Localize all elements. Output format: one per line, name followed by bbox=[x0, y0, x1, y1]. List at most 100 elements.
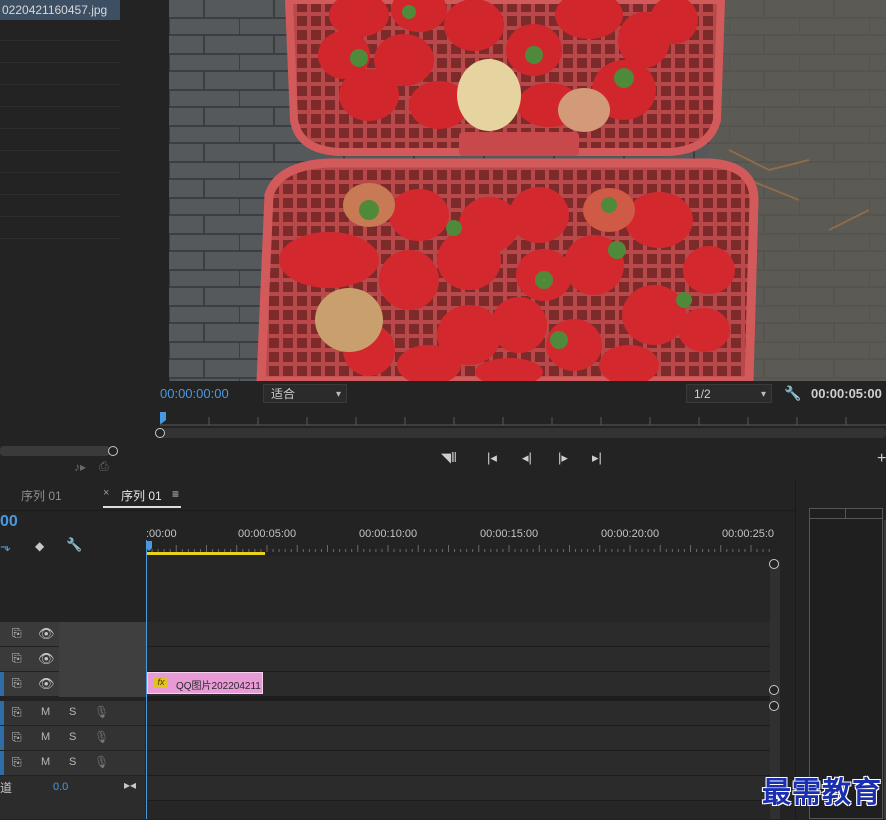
microphone-icon[interactable]: 🎙 bbox=[94, 755, 109, 769]
solo-button[interactable]: S bbox=[69, 706, 76, 718]
track-header-a2[interactable]: ⎘ M S 🎙 bbox=[0, 726, 145, 751]
list-row-divider bbox=[0, 62, 120, 63]
track-header-v1[interactable]: ⎘ 👁 bbox=[0, 672, 59, 697]
go-to-out-icon[interactable]: ▸| bbox=[592, 450, 602, 466]
solo-button[interactable]: S bbox=[69, 731, 76, 743]
scroll-handle-bottom[interactable] bbox=[769, 685, 779, 695]
track-target-indicator[interactable] bbox=[0, 726, 4, 750]
audio-scroll-handle[interactable] bbox=[769, 701, 779, 711]
chevron-down-icon: ▾ bbox=[335, 389, 341, 400]
fx-badge-icon[interactable]: fx bbox=[154, 677, 168, 688]
step-forward-icon[interactable]: |▸ bbox=[558, 450, 568, 466]
zoom-fit-select[interactable]: 适合 ▾ bbox=[263, 384, 347, 403]
list-row-divider bbox=[0, 106, 120, 107]
list-row-divider bbox=[0, 238, 120, 239]
list-row-divider bbox=[0, 128, 120, 129]
settings-wrench-icon[interactable]: 🔧 bbox=[784, 385, 801, 402]
monitor-current-timecode[interactable]: 00:00:00:00 bbox=[160, 386, 229, 401]
track-target-indicator[interactable] bbox=[0, 751, 4, 775]
master-volume-value[interactable]: 0.0 bbox=[53, 781, 68, 793]
track-target-indicator[interactable] bbox=[0, 701, 4, 725]
list-row-divider bbox=[0, 216, 120, 217]
track-row-v2[interactable] bbox=[146, 647, 770, 672]
add-marker-icon[interactable]: ◥⦀ bbox=[441, 450, 457, 466]
video-track-header-area bbox=[59, 622, 146, 697]
solo-button[interactable]: S bbox=[69, 756, 76, 768]
timeline-timecode[interactable]: 00 bbox=[0, 513, 18, 531]
timeline-settings-wrench-icon[interactable]: 🔧 bbox=[66, 537, 82, 553]
track-header-a3[interactable]: ⎘ M S 🎙 bbox=[0, 751, 145, 776]
track-row-a3[interactable] bbox=[146, 751, 770, 776]
strawberries-image bbox=[169, 0, 886, 381]
step-back-icon[interactable]: ◂| bbox=[522, 450, 532, 466]
track-header-v2[interactable]: ⎘ 👁 bbox=[0, 647, 59, 672]
track-header-v3[interactable]: ⎘ 👁 bbox=[0, 622, 59, 647]
ruler-label: 00:00:20:00 bbox=[601, 528, 660, 540]
eye-icon[interactable]: 👁 bbox=[38, 676, 55, 692]
list-row-divider bbox=[0, 194, 120, 195]
ruler-label: 00:00:05:00 bbox=[238, 528, 297, 540]
sync-lock-icon[interactable]: ⎘ bbox=[12, 705, 22, 720]
ruler-label: 00:00:10:00 bbox=[359, 528, 418, 540]
sync-lock-icon[interactable]: ⎘ bbox=[12, 651, 22, 666]
playback-resolution-select[interactable]: 1/2 ▾ bbox=[686, 384, 772, 403]
scroll-handle-top[interactable] bbox=[769, 559, 779, 569]
sync-lock-icon[interactable]: ⎘ bbox=[12, 730, 22, 745]
tab-sequence-01-active[interactable]: 序列 01 bbox=[121, 487, 162, 504]
monitor-zoom-handle[interactable] bbox=[155, 428, 165, 438]
eye-icon[interactable]: 👁 bbox=[38, 626, 55, 642]
track-row-master[interactable] bbox=[146, 776, 770, 801]
playhead-line[interactable] bbox=[146, 540, 147, 819]
snap-icon[interactable]: ⬎ bbox=[0, 539, 11, 555]
list-row-divider bbox=[0, 84, 120, 85]
sync-lock-icon[interactable]: ⎘ bbox=[12, 676, 22, 691]
track-header-a1[interactable]: ⎘ M S 🎙 bbox=[0, 701, 145, 726]
microphone-icon[interactable]: 🎙 bbox=[94, 705, 109, 719]
ruler-label: 00:00:25:0 bbox=[722, 528, 774, 540]
chevron-down-icon: ▾ bbox=[760, 389, 766, 400]
microphone-icon[interactable]: 🎙 bbox=[94, 730, 109, 744]
ruler-label: 00:00:15:00 bbox=[480, 528, 539, 540]
project-zoom-slider[interactable] bbox=[0, 446, 110, 456]
monitor-playhead[interactable] bbox=[160, 412, 166, 424]
project-panel bbox=[0, 0, 138, 478]
program-monitor-preview bbox=[169, 0, 886, 381]
sync-lock-icon[interactable]: ⎘ bbox=[12, 626, 22, 641]
add-button-icon[interactable]: + bbox=[877, 450, 886, 468]
work-area-bar[interactable] bbox=[146, 552, 265, 555]
playback-resolution-value: 1/2 bbox=[694, 387, 711, 401]
track-row-v3[interactable] bbox=[146, 622, 770, 647]
project-file-item[interactable]: 0220421160457.jpg bbox=[0, 0, 120, 20]
mute-button[interactable]: M bbox=[41, 756, 50, 768]
sync-lock-icon[interactable]: ⎘ bbox=[12, 755, 22, 770]
timeline-clip[interactable]: fx QQ图片202204211 bbox=[147, 672, 263, 694]
active-tab-indicator bbox=[103, 506, 181, 508]
monitor-time-ruler[interactable] bbox=[160, 412, 886, 426]
go-to-in-icon[interactable]: |◂ bbox=[487, 450, 497, 466]
track-row-a1[interactable] bbox=[146, 701, 770, 726]
go-to-end-icon[interactable]: ▸◂ bbox=[124, 778, 136, 792]
list-row-divider bbox=[0, 150, 120, 151]
mute-button[interactable]: M bbox=[41, 731, 50, 743]
master-track-label: 道 bbox=[0, 781, 13, 795]
project-zoom-handle[interactable] bbox=[108, 446, 118, 456]
monitor-zoom-scrollbar[interactable] bbox=[155, 428, 886, 438]
eye-icon[interactable]: 👁 bbox=[38, 651, 55, 667]
clip-name: QQ图片202204211 bbox=[176, 681, 261, 692]
add-marker-icon[interactable]: ◆ bbox=[35, 539, 44, 553]
ruler-label: :00:00 bbox=[146, 528, 177, 540]
tab-sequence-01-inactive[interactable]: 序列 01 bbox=[21, 487, 62, 504]
mute-button[interactable]: M bbox=[41, 706, 50, 718]
watermark: 最需教育 bbox=[762, 775, 883, 809]
panel-menu-icon[interactable]: ≡ bbox=[172, 487, 179, 501]
monitor-duration-timecode: 00:00:05:00 bbox=[811, 386, 882, 401]
automate-to-sequence-icon[interactable]: ♪▸ bbox=[74, 460, 86, 474]
list-row-divider bbox=[0, 40, 120, 41]
track-target-indicator[interactable] bbox=[0, 672, 4, 696]
track-row-a2[interactable] bbox=[146, 726, 770, 751]
close-tab-icon[interactable]: × bbox=[103, 487, 109, 499]
zoom-fit-value: 适合 bbox=[271, 387, 296, 401]
audio-meter-header bbox=[809, 508, 883, 519]
list-row-divider bbox=[0, 172, 120, 173]
find-icon[interactable]: ⎙ bbox=[99, 459, 109, 474]
